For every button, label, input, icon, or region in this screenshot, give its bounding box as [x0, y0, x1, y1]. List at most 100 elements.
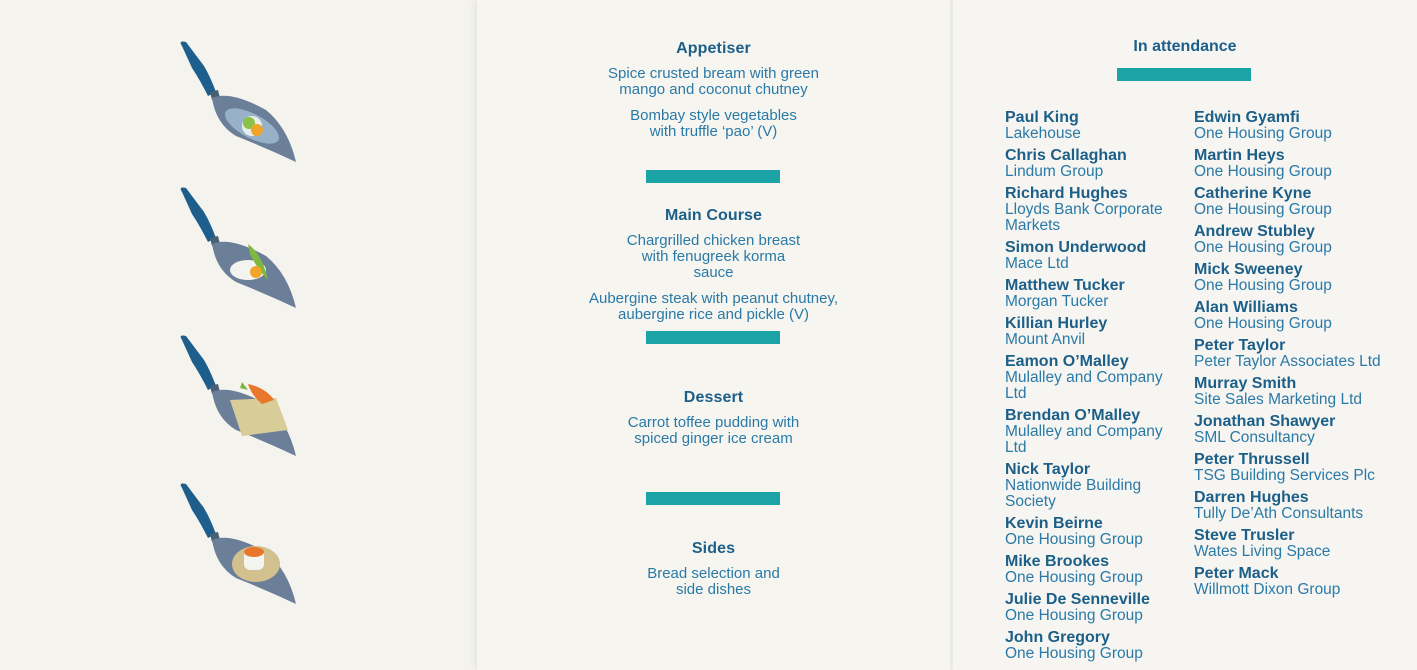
attendee-name: Eamon O’Malley — [1005, 353, 1129, 370]
attendee-entry: Eamon O’Malley Mulalley and Company Ltd — [1005, 354, 1185, 402]
attendee-entry: Richard Hughes Lloyds Bank Corporate Mark… — [1005, 186, 1185, 234]
attendee-entry: Julie De Senneville One Housing Group — [1005, 592, 1185, 624]
attendee-company: Mulalley and Company Ltd — [1005, 423, 1163, 456]
attendee-name: Brendan O’Malley — [1005, 407, 1141, 424]
appetiser-heading: Appetiser — [676, 40, 751, 57]
attendee-entry: Nick Taylor Nationwide Building Society — [1005, 462, 1185, 510]
attendee-entry: Murray Smith Site Sales Marketing Ltd — [1194, 376, 1394, 408]
attendee-company: Site Sales Marketing Ltd — [1194, 391, 1363, 408]
attendee-entry: Peter Thrussell TSG Building Services Plc — [1194, 452, 1394, 484]
attendee-company: Peter Taylor Associates Ltd — [1194, 353, 1381, 370]
attendee-name: Murray Smith — [1194, 375, 1297, 392]
attendee-name: Edwin Gyamfi — [1194, 109, 1300, 126]
attendee-company: One Housing Group — [1005, 607, 1143, 624]
attendee-name: Kevin Beirne — [1005, 515, 1103, 532]
attendee-company: Lakehouse — [1005, 125, 1081, 142]
attendee-company: Tully De’Ath Consultants — [1194, 505, 1364, 522]
attendee-entry: John Gregory One Housing Group — [1005, 630, 1185, 662]
attendee-name: Mick Sweeney — [1194, 261, 1303, 278]
attendee-company: Lindum Group — [1005, 163, 1104, 180]
attendance-divider — [1117, 68, 1251, 81]
attendee-company: TSG Building Services Plc — [1194, 467, 1375, 484]
section-divider — [646, 492, 780, 505]
attendee-entry: Steve Trusler Wates Living Space — [1194, 528, 1394, 560]
attendee-entry: Jonathan Shawyer SML Consultancy — [1194, 414, 1394, 446]
attendee-column-right: Edwin Gyamfi One Housing Group Martin Heys… — [1194, 110, 1394, 604]
attendee-company: One Housing Group — [1194, 125, 1332, 142]
attendee-company: Morgan Tucker — [1005, 293, 1109, 310]
attendee-name: Paul King — [1005, 109, 1079, 126]
attendee-entry: Andrew Stubley One Housing Group — [1194, 224, 1394, 256]
trowel-pudding-icon — [180, 335, 296, 456]
dessert-item: Carrot toffee pudding with spiced ginger… — [627, 414, 800, 447]
attendee-company: One Housing Group — [1194, 315, 1332, 332]
attendee-company: Mount Anvil — [1005, 331, 1086, 348]
attendee-name: Peter Taylor — [1194, 337, 1286, 354]
attendee-company: Willmott Dixon Group — [1194, 581, 1341, 598]
attendee-name: Nick Taylor — [1005, 461, 1091, 478]
attendee-name: Mike Brookes — [1005, 553, 1110, 570]
trowel-bread-icon — [180, 483, 296, 604]
attendance-panel: In attendance Paul King Lakehouse Chris Ca… — [953, 0, 1417, 670]
attendee-column-left: Paul King Lakehouse Chris Callaghan Lindum … — [1005, 110, 1185, 668]
main-course-heading: Main Course — [664, 207, 763, 224]
main-course-item: Aubergine steak with peanut chutney, aub… — [588, 290, 839, 323]
trowel-rice-icon — [180, 187, 296, 308]
attendee-company: Lloyds Bank Corporate Markets — [1005, 201, 1163, 234]
attendee-company: One Housing Group — [1005, 531, 1143, 548]
attendee-company: One Housing Group — [1194, 163, 1332, 180]
attendee-entry: Peter Mack Willmott Dixon Group — [1194, 566, 1394, 598]
sides-heading: Sides — [691, 540, 736, 557]
attendee-entry: Brendan O’Malley Mulalley and Company Ltd — [1005, 408, 1185, 456]
attendee-company: Nationwide Building Society — [1005, 477, 1142, 510]
attendee-name: Martin Heys — [1194, 147, 1285, 164]
attendee-name: Julie De Senneville — [1005, 591, 1150, 608]
attendee-company: Wates Living Space — [1194, 543, 1331, 560]
attendee-company: One Housing Group — [1194, 239, 1332, 256]
attendee-company: Mace Ltd — [1005, 255, 1069, 272]
attendee-entry: Paul King Lakehouse — [1005, 110, 1185, 142]
attendee-entry: Mick Sweeney One Housing Group — [1194, 262, 1394, 294]
section-divider — [646, 170, 780, 183]
illustration-panel — [0, 0, 475, 670]
menu-panel: Appetiser Spice crusted bream with green… — [477, 0, 950, 670]
attendee-entry: Peter Taylor Peter Taylor Associates Ltd — [1194, 338, 1394, 370]
attendee-company: One Housing Group — [1194, 201, 1332, 218]
attendee-name: Catherine Kyne — [1194, 185, 1312, 202]
trowel-fish-icon — [180, 41, 296, 162]
attendee-entry: Simon Underwood Mace Ltd — [1005, 240, 1185, 272]
attendee-company: Mulalley and Company Ltd — [1005, 369, 1163, 402]
appetiser-item: Bombay style vegetables with truffle ‘pa… — [630, 107, 797, 140]
section-divider — [646, 331, 780, 344]
attendee-name: Darren Hughes — [1194, 489, 1309, 506]
attendance-title: In attendance — [1133, 38, 1237, 55]
attendee-name: Peter Mack — [1194, 565, 1279, 582]
attendee-name: Steve Trusler — [1194, 527, 1295, 544]
attendee-entry: Darren Hughes Tully De’Ath Consultants — [1194, 490, 1394, 522]
attendee-company: SML Consultancy — [1194, 429, 1315, 446]
attendee-entry: Kevin Beirne One Housing Group — [1005, 516, 1185, 548]
attendee-company: One Housing Group — [1005, 645, 1143, 662]
attendee-name: John Gregory — [1005, 629, 1110, 646]
attendee-name: Killian Hurley — [1005, 315, 1108, 332]
attendee-name: Jonathan Shawyer — [1194, 413, 1336, 430]
attendee-entry: Chris Callaghan Lindum Group — [1005, 148, 1185, 180]
dessert-heading: Dessert — [683, 389, 744, 406]
sides-section: Sides Bread selection and side dishes — [477, 540, 950, 598]
attendee-entry: Alan Williams One Housing Group — [1194, 300, 1394, 332]
attendee-entry: Killian Hurley Mount Anvil — [1005, 316, 1185, 348]
attendee-company: One Housing Group — [1005, 569, 1143, 586]
sides-item: Bread selection and side dishes — [647, 565, 780, 598]
main-course-section: Main Course Chargrilled chicken breast w… — [477, 207, 950, 323]
attendee-name: Alan Williams — [1194, 299, 1298, 316]
appetiser-item: Spice crusted bream with green mango and… — [608, 65, 819, 98]
attendee-company: One Housing Group — [1194, 277, 1332, 294]
attendee-entry: Mike Brookes One Housing Group — [1005, 554, 1185, 586]
attendee-name: Chris Callaghan — [1005, 147, 1127, 164]
attendee-entry: Matthew Tucker Morgan Tucker — [1005, 278, 1185, 310]
main-course-item: Chargrilled chicken breast with fenugree… — [626, 232, 801, 281]
appetiser-section: Appetiser Spice crusted bream with green… — [477, 40, 950, 140]
attendee-name: Simon Underwood — [1005, 239, 1147, 256]
attendee-entry: Catherine Kyne One Housing Group — [1194, 186, 1394, 218]
attendee-name: Richard Hughes — [1005, 185, 1128, 202]
